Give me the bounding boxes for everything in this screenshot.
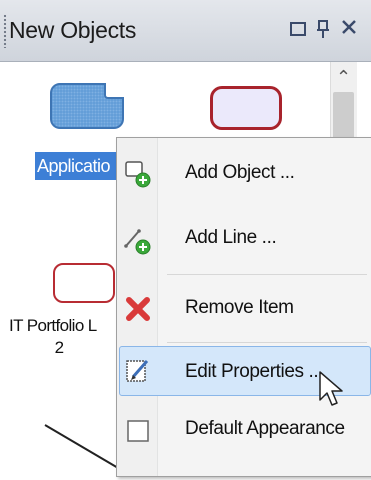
- add-line-icon: [124, 229, 151, 255]
- pin-icon: [317, 20, 329, 38]
- maximize-button[interactable]: [287, 18, 309, 40]
- menu-item-label: Remove Item: [185, 297, 294, 318]
- drag-grip-icon[interactable]: [3, 14, 7, 48]
- menu-separator: [167, 274, 367, 275]
- close-icon: [342, 20, 356, 34]
- menu-item-default-appearance[interactable]: Default Appearance: [117, 402, 371, 460]
- menu-separator: [167, 342, 367, 343]
- default-appearance-icon: [127, 420, 149, 442]
- menu-item-label: Add Object ...: [185, 162, 295, 183]
- it-portfolio-label-line1: IT Portfolio L: [9, 316, 97, 335]
- it-portfolio-label-line2: 2: [54, 338, 64, 357]
- it-portfolio-object-label[interactable]: IT Portfolio L 2: [9, 315, 119, 359]
- context-menu: Add Object ... Add Line ... Remove Item: [116, 137, 371, 477]
- application-shape-fold: [104, 83, 124, 99]
- it-portfolio-object-shape[interactable]: [53, 263, 115, 303]
- remove-icon: [126, 297, 150, 321]
- object-shape-rounded[interactable]: [210, 86, 282, 130]
- close-button[interactable]: [338, 18, 360, 40]
- menu-item-label: Add Line ...: [185, 227, 277, 248]
- menu-item-remove-item[interactable]: Remove Item: [117, 278, 371, 340]
- chevron-up-icon: ⌃: [335, 67, 352, 87]
- menu-item-add-object[interactable]: Add Object ...: [117, 140, 371, 208]
- menu-item-add-line[interactable]: Add Line ...: [117, 208, 371, 274]
- panel-title: New Objects: [9, 17, 137, 43]
- panel-title-bar: New Objects: [0, 0, 371, 62]
- mouse-cursor-icon: [319, 371, 343, 406]
- add-object-icon: [125, 161, 151, 188]
- scrollbar-thumb[interactable]: [333, 92, 354, 142]
- scroll-up-button[interactable]: ⌃: [330, 64, 357, 90]
- application-object-shape[interactable]: [50, 83, 124, 129]
- menu-item-label: Edit Properties ...: [185, 361, 324, 382]
- maximize-icon: [290, 22, 306, 36]
- pin-button[interactable]: [312, 18, 334, 40]
- menu-item-label: Default Appearance: [185, 418, 345, 439]
- edit-properties-icon: [126, 360, 149, 382]
